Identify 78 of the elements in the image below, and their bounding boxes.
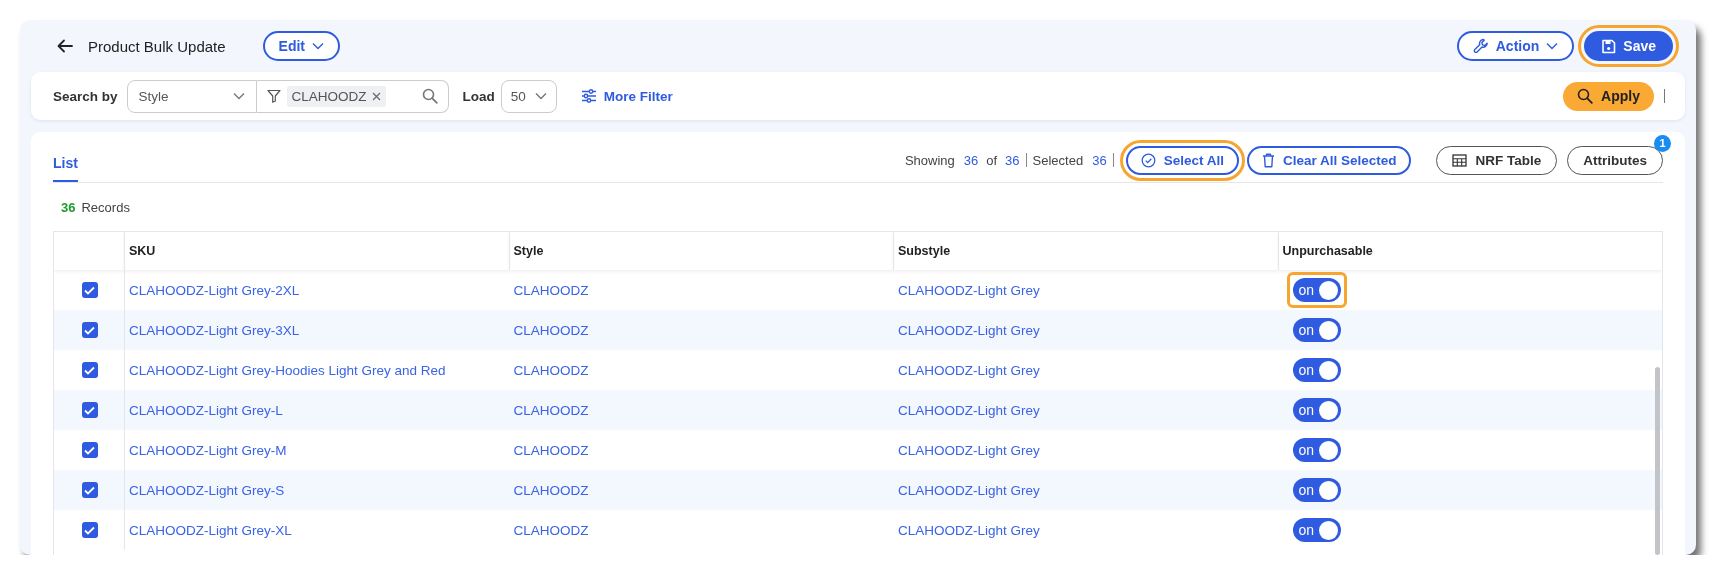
filter-field[interactable]: CLAHOODZ bbox=[256, 79, 449, 113]
toggle-switch[interactable]: on bbox=[1292, 318, 1341, 342]
style-link[interactable]: CLAHOODZ bbox=[513, 362, 589, 378]
search-by-label: Search by bbox=[53, 88, 118, 104]
selected-label: Selected bbox=[1032, 152, 1084, 168]
caret-icon bbox=[534, 92, 547, 100]
clear-all-selected-button[interactable]: Clear All Selected bbox=[1246, 145, 1412, 175]
records-count: 36 bbox=[61, 199, 76, 215]
total-count: 36 bbox=[1005, 152, 1020, 168]
caret-icon bbox=[312, 42, 325, 50]
style-link[interactable]: CLAHOODZ bbox=[513, 282, 589, 298]
scrollbar-thumb[interactable] bbox=[1655, 367, 1660, 555]
caret-icon bbox=[1546, 42, 1559, 50]
style-link[interactable]: CLAHOODZ bbox=[513, 402, 589, 418]
sku-link[interactable]: CLAHOODZ-Light Grey-XL bbox=[129, 522, 292, 538]
toggle-switch[interactable]: on bbox=[1292, 358, 1341, 382]
sku-link[interactable]: CLAHOODZ-Light Grey-3XL bbox=[129, 322, 300, 338]
search-by-dropdown[interactable]: Style bbox=[126, 79, 257, 113]
load-label: Load bbox=[462, 88, 495, 104]
sku-link[interactable]: CLAHOODZ-Light Grey-L bbox=[129, 402, 283, 418]
column-header: Style bbox=[508, 232, 893, 270]
filter-chip[interactable]: CLAHOODZ bbox=[286, 85, 386, 107]
showing-count: 36 bbox=[963, 152, 979, 168]
filter-icon bbox=[266, 89, 281, 103]
sku-link[interactable]: CLAHOODZ-Light Grey-S bbox=[129, 482, 285, 498]
checkbox[interactable] bbox=[81, 402, 98, 418]
showing-label: Showing bbox=[904, 152, 955, 168]
checkbox[interactable] bbox=[81, 362, 98, 378]
caret-icon bbox=[232, 92, 245, 100]
toggle-switch[interactable]: on bbox=[1292, 478, 1341, 502]
style-link[interactable]: CLAHOODZ bbox=[513, 482, 589, 498]
check-circle-icon bbox=[1140, 152, 1156, 168]
wrench-icon bbox=[1472, 38, 1489, 54]
back-arrow-icon[interactable] bbox=[56, 37, 74, 55]
substyle-link[interactable]: CLAHOODZ-Light Grey bbox=[898, 482, 1040, 498]
sliders-icon bbox=[580, 89, 597, 103]
search-icon bbox=[421, 88, 438, 104]
search-icon bbox=[1577, 88, 1594, 104]
selected-count: 36 bbox=[1092, 152, 1107, 168]
remove-icon[interactable] bbox=[371, 91, 381, 101]
toggle-switch[interactable]: on bbox=[1292, 398, 1341, 422]
count-badge: 1 bbox=[1654, 134, 1671, 152]
column-header: SKU bbox=[124, 232, 509, 270]
checkbox[interactable] bbox=[81, 482, 98, 498]
edit-dropdown-button[interactable]: Edit bbox=[262, 31, 341, 61]
substyle-link[interactable]: CLAHOODZ-Light Grey bbox=[898, 322, 1040, 338]
checkbox[interactable] bbox=[81, 282, 98, 298]
of-label: of bbox=[986, 152, 998, 168]
column-header: Substyle bbox=[893, 232, 1278, 270]
substyle-link[interactable]: CLAHOODZ-Light Grey bbox=[898, 402, 1040, 418]
sku-link[interactable]: CLAHOODZ-Light Grey-Hoodies Light Grey and Red bbox=[129, 362, 446, 378]
table-icon bbox=[1452, 153, 1468, 167]
list-tab[interactable]: List bbox=[53, 155, 78, 182]
action-dropdown-button[interactable]: Action bbox=[1456, 31, 1575, 61]
records-label: Records bbox=[81, 199, 130, 215]
checkbox[interactable] bbox=[81, 322, 98, 338]
column-header: Unpurchasable bbox=[1277, 232, 1662, 270]
toggle-switch[interactable]: on bbox=[1292, 518, 1341, 542]
load-dropdown[interactable]: 50 bbox=[500, 79, 557, 113]
style-link[interactable]: CLAHOODZ bbox=[513, 522, 589, 538]
style-link[interactable]: CLAHOODZ bbox=[513, 322, 589, 338]
page-title: Product Bulk Update bbox=[88, 37, 226, 55]
substyle-link[interactable]: CLAHOODZ-Light Grey bbox=[898, 442, 1040, 458]
style-link[interactable]: CLAHOODZ bbox=[513, 442, 589, 458]
more-filter-button[interactable]: More Filter bbox=[580, 88, 673, 104]
trash-icon bbox=[1261, 152, 1275, 168]
nrf-table-button[interactable]: NRF Table bbox=[1436, 145, 1558, 175]
checkbox[interactable] bbox=[81, 442, 98, 458]
sku-link[interactable]: CLAHOODZ-Light Grey-2XL bbox=[129, 282, 300, 298]
apply-button[interactable]: Apply bbox=[1563, 81, 1654, 111]
sku-link[interactable]: CLAHOODZ-Light Grey-M bbox=[129, 442, 287, 458]
toggle-switch[interactable]: on bbox=[1292, 438, 1341, 462]
save-icon bbox=[1601, 38, 1617, 54]
substyle-link[interactable]: CLAHOODZ-Light Grey bbox=[898, 362, 1040, 378]
checkbox[interactable] bbox=[81, 522, 98, 538]
substyle-link[interactable]: CLAHOODZ-Light Grey bbox=[898, 282, 1040, 298]
toggle-switch[interactable]: on bbox=[1292, 278, 1341, 302]
substyle-link[interactable]: CLAHOODZ-Light Grey bbox=[898, 522, 1040, 538]
